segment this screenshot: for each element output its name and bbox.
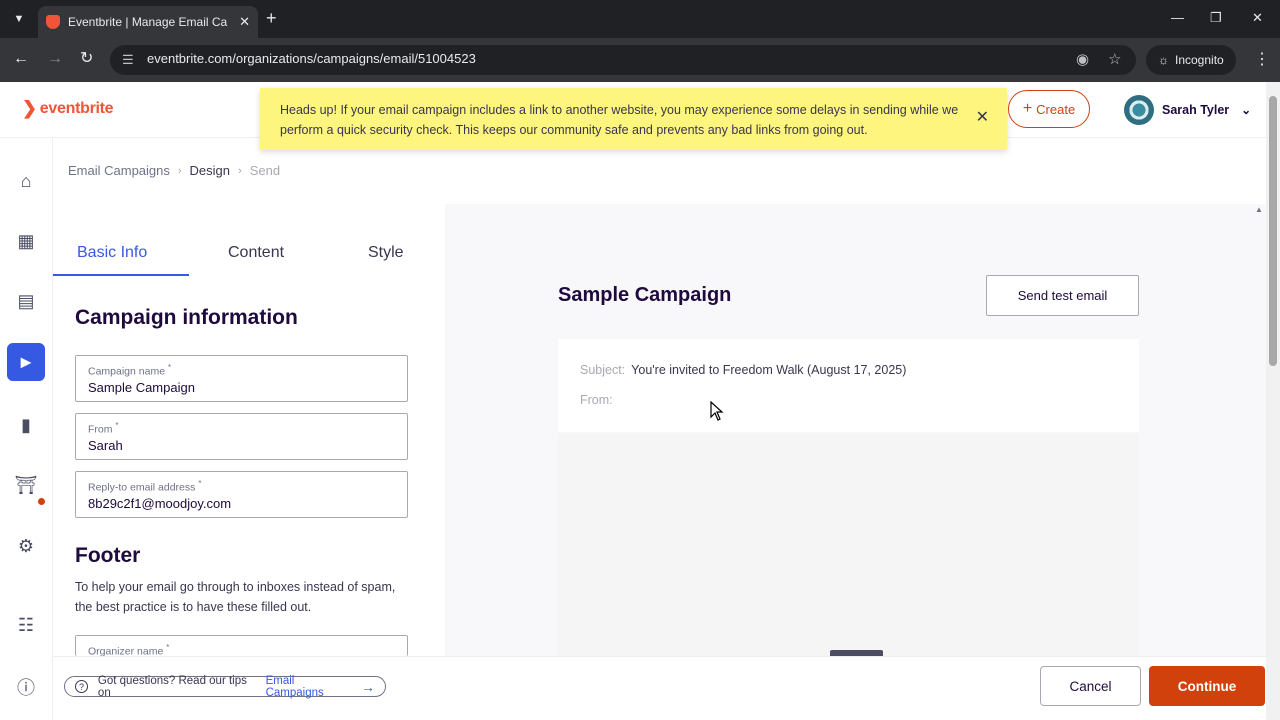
site-info-icon[interactable]: ☰ — [122, 52, 134, 68]
create-button[interactable]: + Create — [1008, 90, 1090, 128]
breadcrumb: Email Campaigns › Design › Send — [68, 163, 280, 178]
tab-basic-info[interactable]: Basic Info — [77, 244, 147, 262]
campaign-information-heading: Campaign information — [75, 306, 298, 329]
breadcrumb-separator-icon: › — [238, 164, 242, 177]
preview-scroll-up-icon[interactable]: ▲ — [1255, 205, 1263, 214]
subject-label: Subject: — [580, 363, 626, 377]
notification-dot — [38, 498, 45, 505]
incognito-label: Incognito — [1175, 53, 1224, 67]
help-tips-link[interactable]: ? Got questions? Read our tips on Email … — [64, 674, 386, 699]
create-label: Create — [1036, 101, 1076, 117]
banner-close-icon[interactable]: ✕ — [976, 108, 989, 128]
organizer-name-field[interactable]: Organizer name * — [75, 635, 408, 656]
minimize-icon[interactable]: — — [1171, 10, 1184, 25]
chevron-down-icon: ⌄ — [1241, 103, 1252, 117]
tab-content[interactable]: Content — [228, 244, 284, 262]
user-menu[interactable]: Sarah Tyler ⌄ — [1124, 95, 1251, 125]
browser-tab[interactable]: Eventbrite | Manage Email Cam ✕ — [38, 6, 258, 38]
campaign-name-input[interactable] — [88, 379, 395, 395]
tab-close-icon[interactable]: ✕ — [239, 14, 250, 30]
orders-list-icon[interactable]: ▤ — [13, 288, 39, 314]
campaign-name-label: Campaign name * — [88, 363, 172, 378]
reply-to-field[interactable]: Reply-to email address * — [75, 471, 408, 518]
window-close-icon[interactable]: ✕ — [1252, 10, 1263, 26]
tab-style[interactable]: Style — [368, 244, 404, 262]
breadcrumb-design[interactable]: Design — [190, 163, 230, 178]
email-meta-card: Subject: You're invited to Freedom Walk (… — [558, 339, 1139, 432]
subject-row: Subject: You're invited to Freedom Walk (… — [580, 363, 906, 377]
url-text[interactable]: eventbrite.com/organizations/campaigns/e… — [147, 51, 476, 66]
bookmark-star-icon[interactable]: ☆ — [1108, 50, 1121, 68]
marketing-megaphone-icon[interactable]: ► — [7, 343, 45, 381]
subject-value: You're invited to Freedom Walk (August 1… — [631, 363, 907, 377]
browser-tab-bar: ▼ Eventbrite | Manage Email Cam ✕ + — ❐ … — [0, 0, 1280, 38]
scrollbar-thumb[interactable] — [1269, 96, 1277, 366]
new-tab-plus-icon[interactable]: + — [266, 9, 277, 27]
browser-menu-icon[interactable]: ⋮ — [1254, 49, 1270, 69]
tab-title: Eventbrite | Manage Email Cam — [68, 15, 228, 29]
reload-icon[interactable]: ↻ — [80, 50, 93, 68]
cancel-button[interactable]: Cancel — [1040, 666, 1141, 706]
organizer-name-label: Organizer name * — [88, 643, 170, 656]
eventbrite-logo[interactable]: ❯ eventbrite — [22, 98, 114, 119]
from-label: From * — [88, 421, 119, 436]
send-test-email-button[interactable]: Send test email — [986, 275, 1139, 316]
tab-list-chevron-icon[interactable]: ▼ — [8, 8, 30, 30]
from-preview-label: From: — [580, 393, 613, 407]
security-notice-banner: Heads up! If your email campaign include… — [260, 88, 1007, 150]
help-text: Got questions? Read our tips on — [97, 674, 247, 699]
eye-off-icon[interactable]: ◉ — [1076, 50, 1089, 68]
forward-arrow-icon[interactable]: → — [47, 50, 63, 68]
from-row: From: — [580, 393, 613, 407]
eventbrite-logo-icon: ❯ — [22, 98, 37, 118]
footer-description: To help your email go through to inboxes… — [75, 580, 396, 614]
reply-to-input[interactable] — [88, 495, 395, 511]
footer-heading: Footer — [75, 544, 141, 567]
settings-gear-icon[interactable]: ⚙ — [13, 533, 39, 559]
calendar-icon[interactable]: ▦ — [13, 228, 39, 254]
finance-bank-icon[interactable]: ⛩ — [13, 472, 39, 498]
back-arrow-icon[interactable]: ← — [13, 50, 29, 68]
active-tab-indicator — [53, 274, 189, 276]
reply-to-label: Reply-to email address * — [88, 479, 202, 494]
restore-icon[interactable]: ❐ — [1210, 10, 1222, 26]
plus-icon: + — [1022, 100, 1033, 117]
email-body-preview — [558, 434, 1139, 656]
from-input[interactable] — [88, 437, 395, 453]
email-campaigns-link[interactable]: Email Campaigns — [266, 675, 355, 699]
home-icon[interactable]: ⌂ — [13, 168, 39, 194]
question-icon: ? — [75, 680, 88, 693]
reports-chart-icon[interactable]: ▮ — [13, 412, 39, 438]
eventbrite-favicon-icon — [46, 15, 60, 29]
avatar — [1124, 95, 1154, 125]
continue-button[interactable]: Continue — [1149, 666, 1265, 706]
from-field[interactable]: From * — [75, 413, 408, 460]
breadcrumb-email-campaigns[interactable]: Email Campaigns — [68, 163, 170, 178]
help-icon[interactable]: ⓘ — [13, 674, 39, 700]
campaign-name-field[interactable]: Campaign name * — [75, 355, 408, 402]
breadcrumb-separator-icon: › — [177, 164, 182, 177]
user-name: Sarah Tyler — [1162, 103, 1230, 117]
incognito-badge[interactable]: ☼ Incognito — [1146, 45, 1236, 75]
incognito-icon: ☼ — [1158, 53, 1169, 67]
breadcrumb-send: Send — [249, 163, 281, 178]
arrow-right-icon: → — [361, 678, 375, 695]
banner-text: Heads up! If your email campaign include… — [280, 103, 959, 137]
apps-grid-icon[interactable]: ☷ — [13, 612, 39, 638]
preview-title: Sample Campaign — [558, 284, 732, 306]
logo-text: eventbrite — [39, 99, 114, 117]
